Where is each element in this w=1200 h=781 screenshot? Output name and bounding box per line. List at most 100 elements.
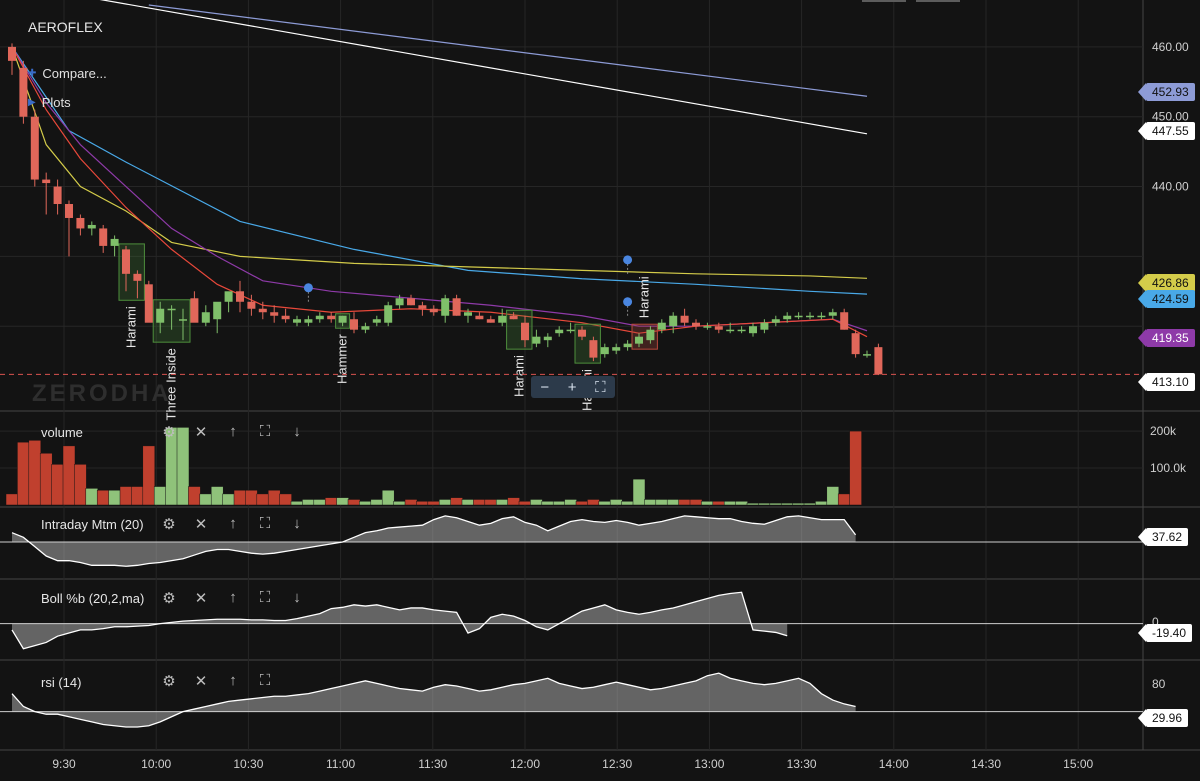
volume-bar — [199, 493, 213, 506]
compare-menu[interactable]: ✚ Compare... — [28, 66, 107, 81]
candle-body — [589, 340, 598, 358]
plus-icon: ✚ — [28, 68, 37, 79]
plots-menu[interactable]: ▶ Plots — [28, 95, 71, 110]
close-icon[interactable]: ✕ — [192, 589, 210, 607]
volume-bar — [290, 501, 304, 506]
rsi-tick-label: 80 — [1152, 677, 1166, 691]
x-tick-label: 11:00 — [326, 757, 355, 771]
volume-bar — [324, 497, 338, 506]
candle-body — [338, 315, 347, 323]
tab-marker[interactable] — [862, 0, 906, 6]
volume-bar — [461, 499, 475, 506]
candle-body — [395, 298, 404, 306]
zoom-reset-button[interactable]: ⛶ — [595, 379, 606, 396]
close-icon[interactable]: ✕ — [192, 672, 210, 690]
candle-body — [236, 291, 244, 302]
candle-body — [122, 249, 130, 274]
candle-body — [407, 298, 415, 306]
volume-bar — [381, 489, 395, 506]
candle-body — [566, 329, 575, 332]
volume-bar — [336, 497, 349, 506]
candle-body — [133, 273, 142, 281]
candle-body — [19, 67, 28, 117]
settings-icon[interactable]: ⚙ — [160, 589, 178, 607]
candle-body — [486, 319, 495, 323]
candle-body — [224, 291, 233, 302]
watermark: ZERODHA — [32, 380, 172, 407]
candle-body — [874, 347, 883, 375]
candle-body — [726, 329, 735, 332]
volume-bar — [609, 499, 623, 506]
x-tick-label: 13:00 — [694, 757, 724, 771]
volume-bar — [222, 493, 235, 506]
candle-body — [760, 322, 769, 330]
x-tick-label: 12:30 — [602, 757, 632, 771]
move-up-icon[interactable]: ↑ — [224, 589, 242, 607]
price-tag: 424.59 — [1138, 290, 1195, 308]
price-tag: 419.35 — [1138, 329, 1195, 347]
candle-body — [543, 336, 552, 341]
volume-bar — [552, 501, 566, 506]
candle-body — [612, 347, 621, 351]
zoom-out-button[interactable]: − — [540, 379, 549, 396]
symbol-title: AEROFLEX — [28, 19, 103, 35]
move-down-icon[interactable]: ↓ — [288, 589, 306, 607]
boll-pane-label: Boll %b (20,2,ma) — [41, 591, 145, 606]
volume-bar — [530, 499, 543, 506]
tab-marker[interactable] — [916, 0, 960, 6]
move-up-icon[interactable]: ↑ — [224, 515, 242, 533]
settings-icon[interactable]: ⚙ — [160, 672, 178, 690]
candle-body — [441, 298, 450, 316]
volume-bar — [267, 489, 281, 506]
expand-icon[interactable]: ⛶ — [256, 672, 274, 690]
volume-bar — [769, 502, 783, 506]
move-up-icon[interactable]: ↑ — [224, 672, 242, 690]
volume-bar — [655, 499, 669, 506]
expand-icon[interactable]: ⛶ — [256, 589, 274, 607]
volume-bar — [473, 499, 486, 506]
volume-bar — [233, 489, 247, 506]
candle-body — [65, 204, 73, 218]
candle-body — [213, 301, 222, 320]
candle-body — [578, 329, 586, 337]
move-up-icon[interactable]: ↑ — [224, 423, 242, 441]
volume-bar — [131, 486, 144, 506]
volume-bar — [188, 486, 201, 506]
candle-body — [361, 326, 370, 330]
signal-dot — [623, 255, 633, 265]
close-icon[interactable]: ✕ — [192, 423, 210, 441]
settings-icon[interactable]: ⚙ — [160, 423, 178, 441]
move-down-icon[interactable]: ↓ — [288, 423, 306, 441]
volume-bar — [51, 464, 64, 506]
volume-bar — [712, 501, 726, 506]
volume-bar — [39, 453, 53, 506]
volume-bar — [404, 499, 418, 506]
volume-bar — [96, 489, 110, 506]
volume-bar — [427, 501, 441, 506]
candle-body — [258, 308, 267, 313]
move-down-icon[interactable]: ↓ — [288, 515, 306, 533]
volume-bar — [666, 499, 680, 506]
volume-bar — [347, 499, 361, 506]
candle-body — [509, 315, 518, 320]
candle-body — [771, 319, 780, 323]
expand-icon[interactable]: ⛶ — [256, 515, 274, 533]
expand-icon[interactable]: ⛶ — [256, 423, 274, 441]
price-tag: 452.93 — [1138, 83, 1195, 101]
volume-bar — [370, 499, 384, 506]
candle-body — [737, 329, 746, 332]
volume-bar — [644, 499, 657, 506]
candle-body — [53, 186, 62, 205]
candle-body — [372, 319, 381, 323]
candle-body — [167, 308, 176, 311]
candle-body — [201, 312, 210, 323]
zoom-in-button[interactable]: + — [568, 379, 577, 396]
volume-bar — [142, 445, 156, 506]
volume-bar — [279, 493, 292, 506]
settings-icon[interactable]: ⚙ — [160, 515, 178, 533]
x-tick-label: 14:30 — [971, 757, 1001, 771]
triangle-right-icon: ▶ — [28, 97, 36, 108]
close-icon[interactable]: ✕ — [192, 515, 210, 533]
candle-body — [144, 284, 153, 323]
compare-label: Compare... — [42, 66, 107, 81]
